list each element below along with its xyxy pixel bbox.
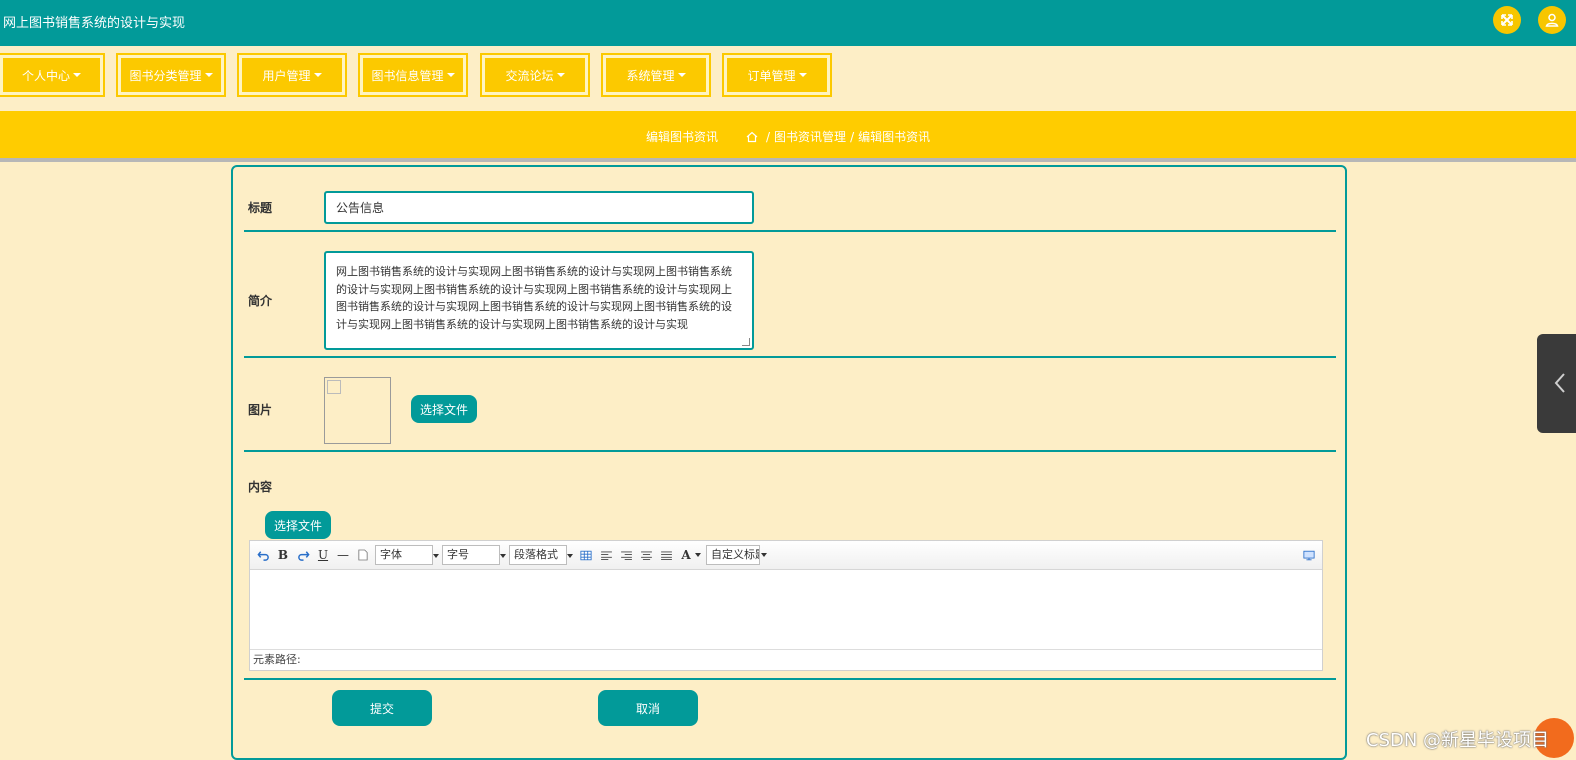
dropdown-arrow-icon <box>433 554 439 558</box>
image-preview <box>324 377 391 444</box>
button-label: 提交 <box>369 701 394 716</box>
breadcrumb-separator: / <box>766 129 771 144</box>
underline-icon[interactable]: U <box>314 546 332 564</box>
intro-textarea[interactable]: 网上图书销售系统的设计与实现网上图书销售系统的设计与实现网上图书销售系统的设计与… <box>324 251 754 350</box>
horizontal-rule-icon[interactable]: — <box>334 546 352 564</box>
nav-item-book-category[interactable]: 图书分类管理 <box>118 55 224 95</box>
caret-down-icon <box>73 73 81 77</box>
breadcrumb-current: 编辑图书资讯 <box>858 130 931 144</box>
user-icon <box>1545 13 1559 27</box>
intro-label: 简介 <box>248 294 273 308</box>
align-justify-icon[interactable] <box>657 546 675 564</box>
caret-down-icon <box>677 73 686 77</box>
select-value: 字体 <box>380 548 402 561</box>
watermark: CSDN @新星毕设项目 <box>1366 730 1550 751</box>
divider <box>244 356 1336 358</box>
editor-toolbar: B U — 字体 字号 段落格式 A 自定义标 <box>250 541 1322 570</box>
button-label: 选择文件 <box>419 402 468 417</box>
element-path: 元素路径: <box>250 649 1322 670</box>
cancel-button[interactable]: 取消 <box>598 690 698 726</box>
divider <box>244 230 1336 232</box>
fullscreen-editor-icon[interactable] <box>1300 546 1318 564</box>
home-icon[interactable] <box>746 131 758 143</box>
redo-icon[interactable] <box>294 546 312 564</box>
select-value: 自定义标题 <box>711 548 759 561</box>
choose-image-button[interactable]: 选择文件 <box>411 395 477 423</box>
select-value: 段落格式 <box>514 548 558 561</box>
caret-down-icon <box>798 73 807 77</box>
top-header: 网上图书销售系统的设计与实现 <box>0 0 1576 46</box>
nav-label: 个人中心 <box>21 68 70 83</box>
resize-grip-icon[interactable] <box>742 338 750 346</box>
align-right-icon[interactable] <box>617 546 635 564</box>
nav-label: 图书分类管理 <box>129 68 202 83</box>
caret-down-icon <box>556 73 565 77</box>
breadcrumb: / 图书资讯管理 / 编辑图书资讯 <box>746 128 930 145</box>
paragraph-format-select[interactable]: 段落格式 <box>509 545 573 565</box>
intro-text: 网上图书销售系统的设计与实现网上图书销售系统的设计与实现网上图书销售系统的设计与… <box>336 265 732 331</box>
expand-icon <box>1501 14 1513 26</box>
divider <box>244 678 1336 680</box>
custom-title-select[interactable]: 自定义标题 <box>706 545 760 565</box>
page-title: 编辑图书资讯 <box>646 130 719 144</box>
breadcrumb-link[interactable]: 图书资讯管理 <box>774 128 846 145</box>
content-label: 内容 <box>248 480 273 494</box>
custom-title-dropdown-icon[interactable] <box>761 546 767 564</box>
divider <box>244 450 1336 452</box>
nav-label: 订单管理 <box>747 68 796 83</box>
rich-text-editor: B U — 字体 字号 段落格式 A 自定义标 元素路径: <box>249 540 1323 671</box>
align-left-icon[interactable] <box>597 546 615 564</box>
title-input[interactable] <box>324 191 754 224</box>
page-icon[interactable] <box>354 546 372 564</box>
nav-label: 图书信息管理 <box>371 68 444 83</box>
app-title: 网上图书销售系统的设计与实现 <box>3 16 186 31</box>
choose-content-file-button[interactable]: 选择文件 <box>265 511 331 539</box>
dropdown-arrow-icon <box>567 554 573 558</box>
align-center-icon[interactable] <box>637 546 655 564</box>
bold-icon[interactable]: B <box>274 546 292 564</box>
font-family-select[interactable]: 字体 <box>375 545 439 565</box>
breadcrumb-bar: 编辑图书资讯 / 图书资讯管理 / 编辑图书资讯 <box>0 111 1576 162</box>
editor-content-area[interactable] <box>250 570 1322 650</box>
image-label: 图片 <box>248 403 273 417</box>
nav-item-system[interactable]: 系统管理 <box>603 55 709 95</box>
nav-item-orders[interactable]: 订单管理 <box>724 55 830 95</box>
caret-down-icon <box>204 73 213 77</box>
breadcrumb-separator: / <box>850 129 855 144</box>
caret-down-icon <box>313 73 322 77</box>
dropdown-arrow-icon <box>500 554 506 558</box>
title-label: 标题 <box>248 201 273 215</box>
nav-item-user-management[interactable]: 用户管理 <box>239 55 345 95</box>
caret-down-icon <box>446 73 455 77</box>
fullscreen-button[interactable] <box>1493 6 1521 34</box>
select-value: 字号 <box>447 548 469 561</box>
chevron-left-icon <box>1554 373 1565 393</box>
broken-image-icon <box>327 380 341 394</box>
nav-item-forum[interactable]: 交流论坛 <box>482 55 588 95</box>
font-color-icon[interactable]: A <box>677 546 695 564</box>
nav-label: 系统管理 <box>626 68 675 83</box>
font-size-select[interactable]: 字号 <box>442 545 506 565</box>
submit-button[interactable]: 提交 <box>332 690 432 726</box>
font-color-dropdown-icon[interactable] <box>695 546 701 564</box>
undo-icon[interactable] <box>254 546 272 564</box>
side-panel-toggle[interactable] <box>1537 334 1576 433</box>
user-button[interactable] <box>1538 6 1566 34</box>
table-icon[interactable] <box>577 546 595 564</box>
button-label: 取消 <box>635 701 660 716</box>
nav-label: 用户管理 <box>262 68 311 83</box>
main-nav: 个人中心 图书分类管理 用户管理 图书信息管理 交流论坛 系统管理 订单管理 <box>0 52 1576 104</box>
nav-item-book-info[interactable]: 图书信息管理 <box>360 55 466 95</box>
nav-label: 交流论坛 <box>505 68 554 83</box>
nav-item-personal-center[interactable]: 个人中心 <box>0 55 103 95</box>
button-label: 选择文件 <box>273 518 322 533</box>
